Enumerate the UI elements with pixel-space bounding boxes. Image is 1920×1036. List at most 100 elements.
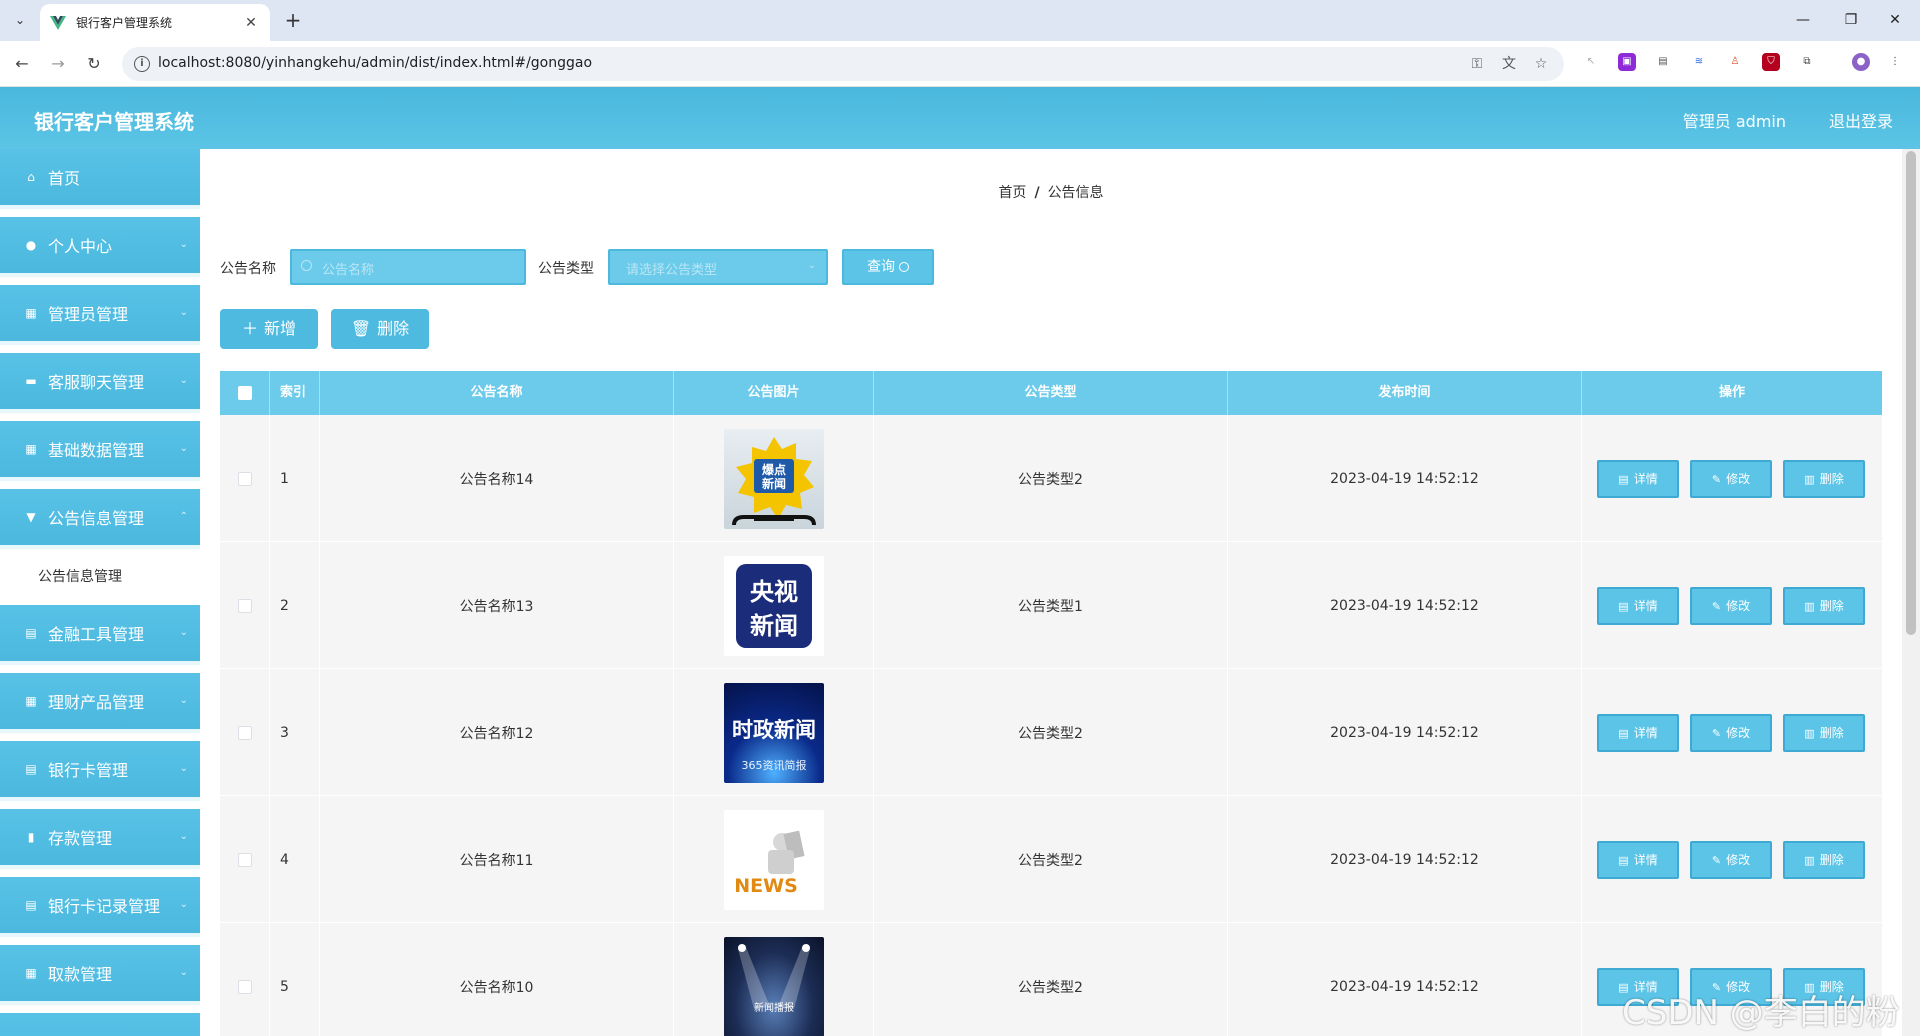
- sidebar-item-personal-center[interactable]: ● 个人中心 ⌄: [0, 217, 200, 277]
- tab-close-icon[interactable]: ✕: [242, 15, 260, 31]
- query-button[interactable]: 查询: [842, 249, 934, 285]
- password-key-icon[interactable]: ⚿: [1468, 55, 1486, 73]
- batch-delete-button[interactable]: 🗑 删除: [331, 309, 429, 349]
- user-icon: ●: [25, 238, 37, 252]
- sidebar-item-withdraw[interactable]: ▦ 取款管理 ⌄: [0, 945, 200, 1005]
- announcement-image[interactable]: 新闻播报: [723, 936, 824, 1036]
- announcement-image[interactable]: 爆点 新闻: [723, 428, 824, 529]
- chevron-down-icon: ⌄: [179, 627, 188, 638]
- bookmark-star-icon[interactable]: ☆: [1532, 55, 1550, 73]
- sidebar-item-label: 公告信息管理: [48, 509, 145, 528]
- sidebar-item-chat[interactable]: ▬ 客服聊天管理 ⌄: [0, 353, 200, 413]
- back-icon[interactable]: ←: [10, 52, 34, 76]
- sidebar-item-wealth-products[interactable]: ▦ 理财产品管理 ⌄: [0, 673, 200, 733]
- delete-button[interactable]: ▥ 删除: [1783, 714, 1865, 752]
- translate-icon[interactable]: 文: [1500, 55, 1518, 73]
- extension-layers-icon[interactable]: ≋: [1690, 53, 1708, 71]
- name-search-input[interactable]: 公告名称: [290, 249, 526, 285]
- reload-icon[interactable]: ↻: [82, 52, 106, 76]
- edit-label: 修改: [1726, 599, 1751, 613]
- edit-button[interactable]: ✎ 修改: [1690, 460, 1772, 498]
- row-checkbox-cell: [220, 542, 270, 669]
- detail-button[interactable]: ▤ 详情: [1597, 841, 1679, 879]
- sidebar-item-label: 个人中心: [48, 237, 113, 256]
- sidebar-item-deposit[interactable]: ▮ 存款管理 ⌄: [0, 809, 200, 869]
- announcement-image[interactable]: 时政新闻 365资讯简报: [723, 682, 824, 783]
- delete-button[interactable]: ▥ 删除: [1783, 587, 1865, 625]
- announcement-image[interactable]: NEWS: [723, 809, 824, 910]
- sidebar-item-label: 银行卡记录管理: [48, 897, 161, 916]
- detail-button[interactable]: ▤ 详情: [1597, 460, 1679, 498]
- table-row: 1 公告名称14 爆点 新闻 公告类型2 2023-04-19 14:52:12: [220, 415, 1882, 542]
- detail-button[interactable]: ▤ 详情: [1597, 587, 1679, 625]
- row-index: 1: [270, 415, 320, 542]
- trash-icon: 🗑: [350, 319, 372, 338]
- forward-icon[interactable]: →: [46, 52, 70, 76]
- row-index: 4: [270, 796, 320, 923]
- sidebar-item-bank-card[interactable]: ▤ 银行卡管理 ⌄: [0, 741, 200, 801]
- announcement-image[interactable]: 央视 新闻: [723, 555, 824, 656]
- delete-button[interactable]: ▥ 删除: [1783, 841, 1865, 879]
- type-select[interactable]: 请选择公告类型 ⌄: [608, 249, 828, 285]
- delete-button[interactable]: ▥ 删除: [1783, 460, 1865, 498]
- edit-button[interactable]: ✎ 修改: [1690, 714, 1772, 752]
- scrollbar-thumb[interactable]: [1906, 151, 1916, 635]
- sidebar-subitem-announcement[interactable]: 公告信息管理: [0, 553, 200, 601]
- row-type: 公告类型2: [874, 415, 1228, 542]
- delete-label: 删除: [1819, 472, 1844, 486]
- minimize-icon[interactable]: —: [1780, 8, 1826, 32]
- sidebar-item-card-records[interactable]: ▤ 银行卡记录管理 ⌄: [0, 877, 200, 937]
- detail-button[interactable]: ▤ 详情: [1597, 714, 1679, 752]
- restore-icon[interactable]: ❐: [1828, 8, 1874, 32]
- browser-tab[interactable]: 银行客户管理系统 ✕: [40, 4, 270, 41]
- extension-game-icon[interactable]: ▤: [1654, 53, 1672, 71]
- sidebar-item-admin[interactable]: ▦ 管理员管理 ⌄: [0, 285, 200, 345]
- select-all-checkbox[interactable]: [238, 386, 252, 400]
- row-name: 公告名称13: [320, 542, 674, 669]
- sidebar-item-basic-data[interactable]: ▦ 基础数据管理 ⌄: [0, 421, 200, 481]
- url-box[interactable]: i localhost:8080/yinhangkehu/admin/dist/…: [122, 47, 1564, 81]
- logout-link[interactable]: 退出登录: [1829, 108, 1893, 132]
- header-index: 索引: [270, 371, 320, 415]
- sidebar-item-home[interactable]: ⌂ 首页: [0, 149, 200, 209]
- clipboard-icon: ▤: [25, 762, 37, 776]
- sidebar-item-announcement[interactable]: ▼ 公告信息管理 ⌃: [0, 489, 200, 549]
- profile-avatar-icon[interactable]: ●: [1852, 53, 1870, 71]
- tab-search-chevron-icon[interactable]: ⌄: [8, 8, 32, 32]
- row-checkbox[interactable]: [237, 598, 252, 613]
- browser-menu-icon[interactable]: ⋮: [1886, 53, 1904, 71]
- extensions-puzzle-icon[interactable]: ⧉: [1798, 53, 1816, 71]
- extension-cursor-icon[interactable]: ↖: [1582, 53, 1600, 71]
- sidebar-item-label: 客服聊天管理: [48, 373, 145, 392]
- breadcrumb-home[interactable]: 首页: [998, 185, 1026, 201]
- edit-button[interactable]: ✎ 修改: [1690, 841, 1772, 879]
- sidebar-item-label: 首页: [48, 169, 81, 188]
- row-checkbox[interactable]: [237, 471, 252, 486]
- extension-purple-icon[interactable]: ▣: [1618, 53, 1636, 71]
- extension-figure-icon[interactable]: ♙: [1726, 53, 1744, 71]
- sidebar-item-more[interactable]: [0, 1013, 200, 1036]
- sidebar-item-financial-tools[interactable]: ▤ 金融工具管理 ⌄: [0, 605, 200, 665]
- new-tab-icon[interactable]: +: [280, 7, 306, 33]
- app-header: 银行客户管理系统 管理员 admin 退出登录: [0, 87, 1920, 149]
- close-window-icon[interactable]: ✕: [1872, 8, 1918, 32]
- row-time: 2023-04-19 14:52:12: [1228, 669, 1582, 796]
- edit-button[interactable]: ✎ 修改: [1690, 587, 1772, 625]
- row-image-cell: NEWS: [674, 796, 874, 923]
- page-scrollbar[interactable]: [1902, 149, 1920, 1036]
- row-checkbox[interactable]: [237, 725, 252, 740]
- chevron-down-icon: ⌄: [179, 307, 188, 318]
- detail-label: 详情: [1633, 726, 1658, 740]
- row-checkbox[interactable]: [237, 852, 252, 867]
- url-text[interactable]: localhost:8080/yinhangkehu/admin/dist/in…: [158, 55, 592, 71]
- site-info-icon[interactable]: i: [134, 56, 150, 72]
- row-image-cell: 央视 新闻: [674, 542, 874, 669]
- detail-label: 详情: [1633, 599, 1658, 613]
- extension-shield-icon[interactable]: ⛉: [1762, 53, 1780, 71]
- row-actions: ▤ 详情 ✎ 修改 ▥ 删除: [1582, 542, 1882, 669]
- add-button[interactable]: ＋ 新增: [220, 309, 318, 349]
- sidebar-item-label: 取款管理: [48, 965, 113, 984]
- row-checkbox[interactable]: [237, 979, 252, 994]
- sidebar-item-label: 基础数据管理: [48, 441, 145, 460]
- sidebar-item-label: 金融工具管理: [48, 625, 145, 644]
